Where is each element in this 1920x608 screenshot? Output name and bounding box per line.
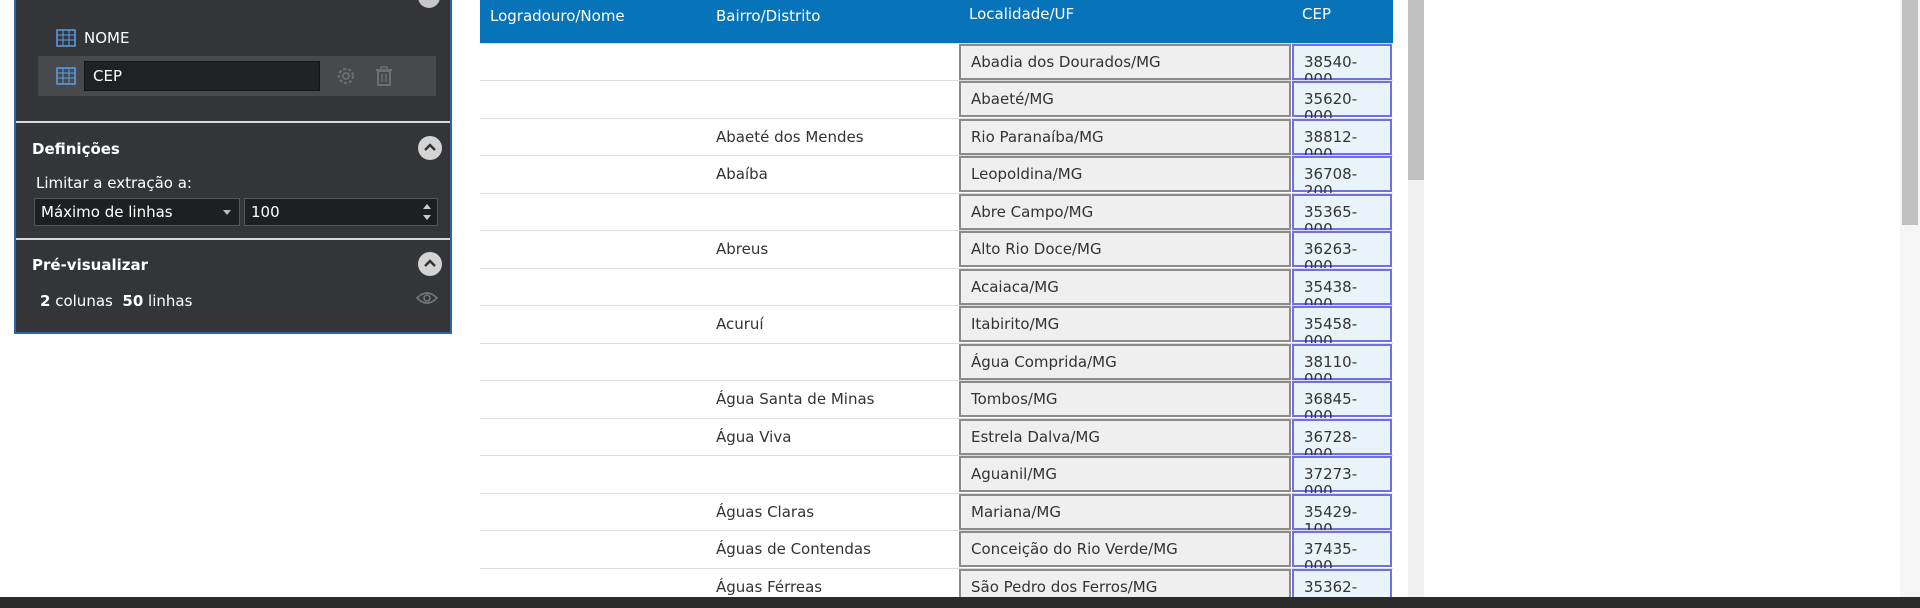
eye-icon[interactable] <box>415 290 439 306</box>
chevron-down-icon <box>223 210 231 215</box>
table-row[interactable]: Águas Férreas São Pedro dos Ferros/MG 35… <box>480 568 1393 600</box>
cell-cep[interactable]: 37273-000 <box>1292 456 1392 500</box>
column-header-localidade[interactable]: Localidade/UF <box>969 5 1074 23</box>
cell-localidade[interactable]: Abaeté/MG <box>959 81 1291 117</box>
gear-icon[interactable] <box>334 64 358 88</box>
rows-label: linhas <box>148 292 193 310</box>
trash-icon[interactable] <box>372 64 396 88</box>
page-scrollbar[interactable] <box>1900 0 1920 600</box>
cell-localidade[interactable]: Conceição do Rio Verde/MG <box>959 531 1291 567</box>
limit-value-stepper[interactable]: 100 <box>244 198 438 226</box>
table-scrollbar[interactable] <box>1408 0 1424 600</box>
table-row[interactable]: Acaiaca/MG 35438-000 <box>480 268 1393 313</box>
table-header: Logradouro/Nome Bairro/Distrito Localida… <box>480 0 1393 43</box>
cell-localidade[interactable]: Abre Campo/MG <box>959 194 1291 230</box>
limit-mode-select[interactable]: Máximo de linhas <box>34 198 240 226</box>
cell-cep[interactable]: 38812-000 <box>1292 119 1392 163</box>
table-scrollbar-thumb[interactable] <box>1408 0 1424 180</box>
column-header-cep[interactable]: CEP <box>1302 5 1331 23</box>
cell-cep[interactable]: 36708-200 <box>1292 156 1392 200</box>
table-row[interactable]: Abre Campo/MG 35365-000 <box>480 193 1393 238</box>
collapse-definitions-button[interactable] <box>418 136 442 160</box>
field-label-nome: NOME <box>84 29 130 47</box>
data-table: Logradouro/Nome Bairro/Distrito Localida… <box>480 0 1393 600</box>
decrement-arrow-icon[interactable] <box>423 215 431 220</box>
preview-summary: 2 colunas 50 linhas <box>40 292 192 310</box>
increment-arrow-icon[interactable] <box>423 204 431 209</box>
cell-localidade[interactable]: Itabirito/MG <box>959 306 1291 342</box>
cell-localidade[interactable]: Água Comprida/MG <box>959 344 1291 380</box>
column-header-logradouro[interactable]: Logradouro/Nome <box>490 7 625 25</box>
extraction-panel: NOME CEP Definições Limitar a extração a… <box>14 0 452 334</box>
table-row[interactable]: Abaíba Leopoldina/MG 36708-200 <box>480 155 1393 200</box>
cell-localidade[interactable]: Rio Paranaíba/MG <box>959 119 1291 155</box>
column-header-bairro[interactable]: Bairro/Distrito <box>716 7 820 25</box>
cell-localidade[interactable]: Abadia dos Dourados/MG <box>959 44 1291 80</box>
table-row[interactable]: Aguanil/MG 37273-000 <box>480 455 1393 500</box>
limit-mode-value: Máximo de linhas <box>41 203 173 221</box>
cell-cep[interactable]: 36728-000 <box>1292 419 1392 463</box>
cell-localidade[interactable]: Mariana/MG <box>959 494 1291 530</box>
field-item-cep[interactable]: CEP <box>38 56 436 96</box>
table-row[interactable]: Águas Claras Mariana/MG 35429-100 <box>480 493 1393 538</box>
field-name-input[interactable]: CEP <box>84 61 320 91</box>
table-row[interactable]: Acuruí Itabirito/MG 35458-000 <box>480 305 1393 350</box>
table-column-icon <box>56 67 76 85</box>
cell-cep[interactable]: 35429-100 <box>1292 494 1392 538</box>
table-row[interactable]: Abreus Alto Rio Doce/MG 36263-000 <box>480 230 1393 275</box>
preview-title: Pré-visualizar <box>32 256 148 274</box>
cell-cep[interactable]: 35438-000 <box>1292 269 1392 313</box>
cell-bairro: Água Viva <box>716 428 792 446</box>
cell-cep[interactable]: 36263-000 <box>1292 231 1392 275</box>
cell-localidade[interactable]: Aguanil/MG <box>959 456 1291 492</box>
cell-bairro: Abaeté dos Mendes <box>716 128 864 146</box>
cell-cep[interactable]: 38110-000 <box>1292 344 1392 388</box>
cell-bairro: Abaíba <box>716 165 768 183</box>
definitions-title: Definições <box>32 140 120 158</box>
cell-bairro: Águas de Contendas <box>716 540 871 558</box>
table-row[interactable]: Abaeté/MG 35620-000 <box>480 80 1393 125</box>
columns-label: colunas <box>55 292 113 310</box>
collapse-fields-button[interactable] <box>418 0 440 8</box>
collapse-preview-button[interactable] <box>418 252 442 276</box>
cell-cep[interactable]: 35365-000 <box>1292 194 1392 238</box>
table-row[interactable]: Abadia dos Dourados/MG 38540-000 <box>480 43 1393 88</box>
cell-localidade[interactable]: São Pedro dos Ferros/MG <box>959 569 1291 600</box>
rows-count: 50 <box>122 292 144 310</box>
cell-cep[interactable]: 35620-000 <box>1292 81 1392 125</box>
limit-value: 100 <box>251 203 280 221</box>
cell-cep[interactable]: 36845-000 <box>1292 381 1392 425</box>
table-row[interactable]: Água Viva Estrela Dalva/MG 36728-000 <box>480 418 1393 463</box>
cell-bairro: Abreus <box>716 240 769 258</box>
table-row[interactable]: Água Santa de Minas Tombos/MG 36845-000 <box>480 380 1393 425</box>
page-scrollbar-thumb[interactable] <box>1902 0 1918 225</box>
cell-cep[interactable]: 38540-000 <box>1292 44 1392 88</box>
table-row[interactable]: Água Comprida/MG 38110-000 <box>480 343 1393 388</box>
columns-count: 2 <box>40 292 51 310</box>
table-row[interactable]: Águas de Contendas Conceição do Rio Verd… <box>480 530 1393 575</box>
cell-bairro: Acuruí <box>716 315 764 333</box>
divider <box>16 238 450 240</box>
cell-cep[interactable]: 35362-000 <box>1292 569 1392 600</box>
cell-cep[interactable]: 37435-000 <box>1292 531 1392 575</box>
table-row[interactable]: Abaeté dos Mendes Rio Paranaíba/MG 38812… <box>480 118 1393 163</box>
divider <box>16 121 450 123</box>
cell-bairro: Águas Férreas <box>716 578 823 596</box>
limit-label: Limitar a extração a: <box>36 174 192 192</box>
cell-localidade[interactable]: Tombos/MG <box>959 381 1291 417</box>
field-item-nome[interactable]: NOME <box>38 18 436 58</box>
cell-localidade[interactable]: Leopoldina/MG <box>959 156 1291 192</box>
table-column-icon <box>56 29 76 47</box>
cell-localidade[interactable]: Alto Rio Doce/MG <box>959 231 1291 267</box>
taskbar <box>0 597 1920 608</box>
cell-localidade[interactable]: Estrela Dalva/MG <box>959 419 1291 455</box>
cell-bairro: Águas Claras <box>716 503 815 521</box>
cell-bairro: Água Santa de Minas <box>716 390 875 408</box>
cell-localidade[interactable]: Acaiaca/MG <box>959 269 1291 305</box>
cell-cep[interactable]: 35458-000 <box>1292 306 1392 350</box>
